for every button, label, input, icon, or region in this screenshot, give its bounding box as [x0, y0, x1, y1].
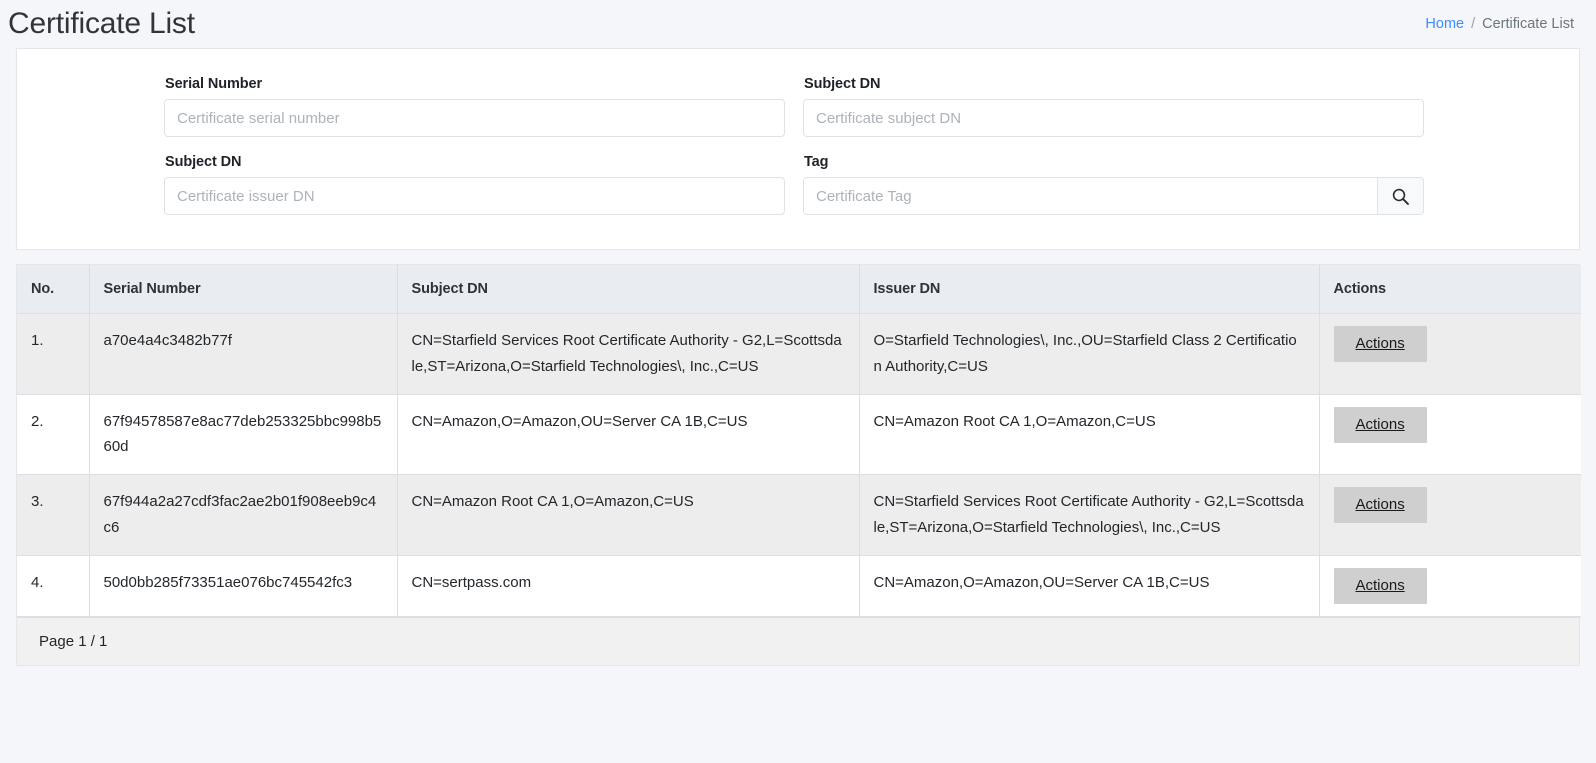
cell-serial: 67f944a2a27cdf3fac2ae2b01f908eeb9c4c6 — [89, 474, 398, 556]
label-issuer-dn: Subject DN — [165, 154, 242, 170]
search-form: Serial Number Subject DN Subject DN Tag — [17, 71, 1579, 223]
field-issuer-dn: Subject DN — [164, 149, 785, 223]
table-row: 3. 67f944a2a27cdf3fac2ae2b01f908eeb9c4c6… — [17, 474, 1581, 556]
column-header-no: No. — [17, 265, 90, 314]
search-input-serial-number[interactable] — [164, 99, 785, 137]
page-content: Serial Number Subject DN Subject DN Tag — [0, 48, 1596, 666]
search-submit-button[interactable] — [1378, 177, 1424, 215]
tag-input-group — [803, 177, 1424, 215]
cell-serial: a70e4a4c3482b77f — [89, 313, 398, 395]
breadcrumb-home-link[interactable]: Home — [1425, 16, 1464, 32]
cell-issuer-dn: CN=Amazon Root CA 1,O=Amazon,C=US — [859, 394, 1320, 476]
table-row: 4. 50d0bb285f73351ae076bc745542fc3 CN=se… — [17, 555, 1581, 617]
cell-actions: Actions — [1319, 313, 1581, 395]
label-tag: Tag — [804, 154, 829, 170]
search-filter-card: Serial Number Subject DN Subject DN Tag — [16, 48, 1580, 250]
label-serial-number: Serial Number — [165, 76, 263, 92]
certificate-table: No. Serial Number Subject DN Issuer DN A… — [17, 265, 1581, 617]
row-actions-button[interactable]: Actions — [1333, 406, 1427, 443]
row-actions-button[interactable]: Actions — [1333, 487, 1427, 524]
table-row: 2. 67f94578587e8ac77deb253325bbc998b560d… — [17, 394, 1581, 476]
search-input-issuer-dn[interactable] — [164, 177, 785, 215]
cell-actions: Actions — [1319, 474, 1581, 556]
table-header-row: No. Serial Number Subject DN Issuer DN A… — [17, 265, 1581, 314]
search-input-tag[interactable] — [803, 177, 1378, 215]
breadcrumb-separator: / — [1471, 16, 1476, 32]
cell-serial: 67f94578587e8ac77deb253325bbc998b560d — [89, 394, 398, 476]
page-header: Certificate List Home / Certificate List — [0, 0, 1596, 48]
cell-no: 4. — [17, 555, 90, 617]
cell-issuer-dn: CN=Starfield Services Root Certificate A… — [859, 474, 1320, 556]
search-icon — [1392, 188, 1409, 205]
column-header-issuer: Issuer DN — [859, 265, 1320, 314]
column-header-actions: Actions — [1319, 265, 1581, 314]
certificate-table-card: No. Serial Number Subject DN Issuer DN A… — [16, 264, 1581, 666]
page-title: Certificate List — [8, 7, 195, 40]
field-subject-dn: Subject DN — [803, 71, 1424, 145]
cell-subject-dn: CN=Amazon,O=Amazon,OU=Server CA 1B,C=US — [397, 394, 860, 476]
table-body: 1. a70e4a4c3482b77f CN=Starfield Service… — [17, 313, 1581, 617]
breadcrumb: Home / Certificate List — [1425, 16, 1574, 32]
field-tag: Tag — [803, 149, 1424, 223]
cell-no: 3. — [17, 474, 90, 556]
pagination-text: Page 1 / 1 — [39, 632, 108, 650]
cell-issuer-dn: O=Starfield Technologies\, Inc.,OU=Starf… — [859, 313, 1320, 395]
column-header-serial: Serial Number — [89, 265, 398, 314]
breadcrumb-current: Certificate List — [1482, 16, 1574, 32]
cell-serial: 50d0bb285f73351ae076bc745542fc3 — [89, 555, 398, 617]
cell-subject-dn: CN=sertpass.com — [397, 555, 860, 617]
cell-no: 1. — [17, 313, 90, 395]
cell-subject-dn: CN=Amazon Root CA 1,O=Amazon,C=US — [397, 474, 860, 556]
row-actions-button[interactable]: Actions — [1333, 567, 1427, 604]
cell-actions: Actions — [1319, 394, 1581, 476]
cell-no: 2. — [17, 394, 90, 476]
column-header-subject: Subject DN — [397, 265, 860, 314]
cell-issuer-dn: CN=Amazon,O=Amazon,OU=Server CA 1B,C=US — [859, 555, 1320, 617]
field-serial-number: Serial Number — [164, 71, 785, 145]
search-input-subject-dn[interactable] — [803, 99, 1424, 137]
cell-actions: Actions — [1319, 555, 1581, 617]
cell-subject-dn: CN=Starfield Services Root Certificate A… — [397, 313, 860, 395]
row-actions-button[interactable]: Actions — [1333, 326, 1427, 362]
table-head: No. Serial Number Subject DN Issuer DN A… — [17, 265, 1581, 314]
label-subject-dn: Subject DN — [804, 76, 881, 92]
table-row: 1. a70e4a4c3482b77f CN=Starfield Service… — [17, 313, 1581, 395]
table-footer: Page 1 / 1 — [17, 616, 1579, 665]
